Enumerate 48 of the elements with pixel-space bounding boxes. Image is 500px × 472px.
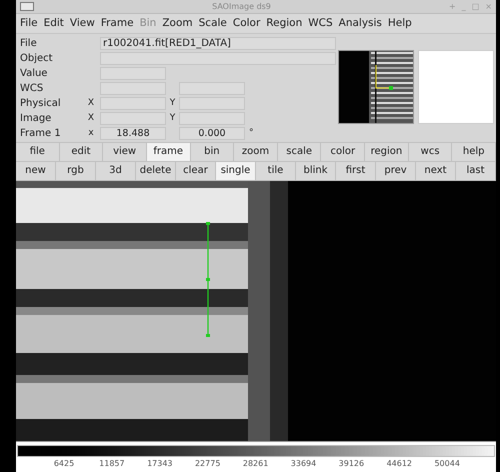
coordinate-field[interactable]: 0.000 — [179, 127, 245, 140]
colorbar-tick-label: 39126 — [338, 458, 364, 470]
axis-label: x — [88, 126, 94, 140]
menu-item[interactable]: File — [20, 16, 38, 32]
menu-item[interactable]: View — [70, 16, 95, 32]
info-field[interactable] — [179, 82, 245, 95]
menu-item[interactable]: WCS — [308, 16, 333, 32]
coordinate-field[interactable] — [100, 97, 166, 110]
unit-label: ° — [249, 126, 254, 140]
menu-item[interactable]: Scale — [198, 16, 227, 32]
colorbar-tick-label: 44612 — [386, 458, 412, 470]
colorbar-tick-label: 28261 — [242, 458, 268, 470]
colorbar-tick-label: 17343 — [147, 458, 173, 470]
info-label: Physical — [20, 97, 62, 111]
info-field[interactable] — [100, 82, 166, 95]
info-label: WCS — [20, 82, 44, 96]
info-label: File — [20, 37, 38, 51]
menu-item[interactable]: Analysis — [338, 16, 382, 32]
window-title: SAOImage ds9 — [212, 0, 271, 12]
menu-item[interactable]: Color — [232, 16, 260, 32]
frame-button[interactable]: frame — [146, 143, 191, 161]
info-label: Image — [20, 112, 52, 126]
colorbar-tick-label: 33694 — [290, 458, 316, 470]
info-field[interactable] — [100, 52, 336, 65]
menu-item[interactable]: Frame — [100, 16, 134, 32]
colorbar-tick-label: 50044 — [434, 458, 460, 470]
menu-item[interactable]: Region — [266, 16, 302, 32]
coordinate-field[interactable]: 18.488 — [100, 127, 166, 140]
frame-button[interactable]: single — [216, 162, 256, 180]
info-label: Object — [20, 52, 54, 66]
colorbar-tick-label: 22775 — [194, 458, 220, 470]
axis-label: Y — [170, 96, 176, 110]
menu-item[interactable]: Help — [388, 16, 412, 32]
menu-item[interactable]: Zoom — [162, 16, 193, 32]
info-label: Frame 1 — [20, 127, 62, 141]
colorbar-tick-label: 11857 — [99, 458, 125, 470]
window-icon — [20, 2, 34, 11]
info-field[interactable]: r1002041.fit[RED1_DATA] — [100, 37, 336, 50]
coordinate-field[interactable] — [179, 97, 245, 110]
coordinate-field[interactable] — [100, 112, 166, 125]
axis-label: Y — [170, 112, 176, 125]
colorbar-tick-label: 6425 — [54, 458, 74, 470]
axis-label: X — [88, 96, 94, 110]
coordinate-field[interactable] — [179, 112, 245, 125]
info-field[interactable] — [100, 67, 166, 80]
menu-item[interactable]: Edit — [44, 16, 64, 32]
axis-label: X — [88, 112, 94, 125]
info-label: Value — [20, 67, 48, 81]
